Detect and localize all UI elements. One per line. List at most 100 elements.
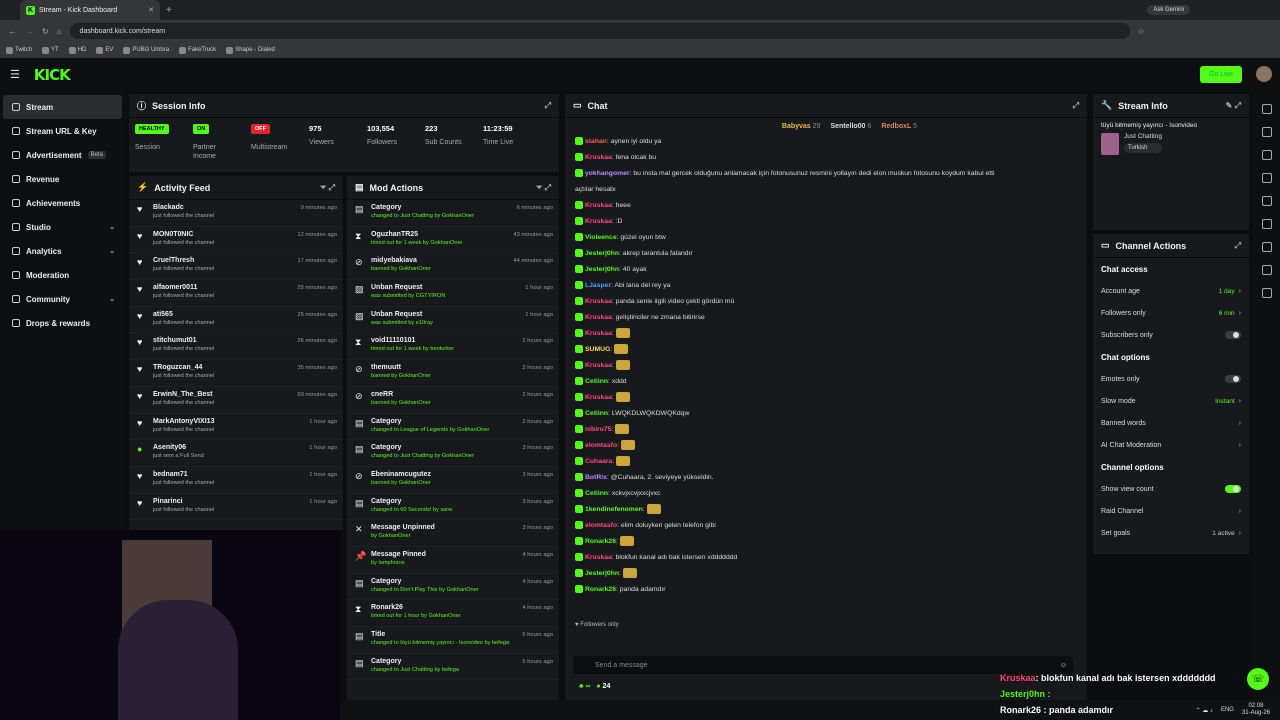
chat-message[interactable]: Cetiinn: xddd: [565, 374, 1087, 390]
activity-user[interactable]: Blackadc: [153, 204, 214, 211]
chat-username[interactable]: LJasper: [585, 282, 611, 289]
activity-user[interactable]: Asenity06: [153, 444, 204, 451]
chat-username[interactable]: Jesterj0hn: [585, 570, 619, 577]
activity-user[interactable]: MarkAntonyVIXI13: [153, 418, 214, 425]
action-row[interactable]: Show view count: [1093, 478, 1249, 500]
chat-username[interactable]: Ronark26: [585, 538, 616, 545]
chat-message[interactable]: nibiru75:: [565, 422, 1087, 438]
chat-message[interactable]: Cetiinn: LWQKDLWQKDWQKdqw: [565, 406, 1087, 422]
expand-icon[interactable]: ⤢: [1073, 101, 1079, 111]
kick-logo[interactable]: KICK: [34, 66, 71, 84]
chat-username[interactable]: Violeence: [585, 234, 617, 241]
chat-message[interactable]: Cetiinn: xckvjxcvjxxcjvxc: [565, 486, 1087, 502]
bookmark-item[interactable]: Twitch: [6, 46, 32, 54]
menu-icon[interactable]: ☰: [10, 68, 20, 81]
chat-message[interactable]: Kruskaa: :D: [565, 214, 1087, 230]
close-tab-icon[interactable]: ✕: [148, 6, 154, 14]
chat-username[interactable]: Cuhaara: [585, 458, 612, 465]
chat-username[interactable]: Cetiinn: [585, 378, 608, 385]
activity-row[interactable]: ♥ CruelThresh just followed the channel 17 …: [129, 253, 343, 281]
activity-user[interactable]: MON0T0NIC: [153, 231, 214, 238]
home-icon[interactable]: ⌂: [57, 27, 62, 36]
chat-username[interactable]: Kruskaa: [585, 394, 612, 401]
avatar[interactable]: [1256, 66, 1272, 82]
activity-row[interactable]: ♥ stitchumut01 just followed the channel 26…: [129, 333, 343, 361]
activity-row[interactable]: ♥ Pinarinci just followed the channel 1 hou…: [129, 494, 343, 521]
chat-username[interactable]: SUMUG: [585, 346, 610, 353]
chat-message[interactable]: stahan: aynen iyi oldu ya: [565, 134, 1087, 150]
action-row[interactable]: Account age 1 day ›: [1093, 280, 1249, 302]
chat-username[interactable]: stahan: [585, 138, 607, 145]
mod-action-row[interactable]: ⧗ void11110101 timed out for 1 week by ben…: [347, 333, 559, 361]
list-icon[interactable]: [1261, 173, 1272, 183]
chat-message[interactable]: açtılar hesabı: [565, 182, 1087, 198]
chat-message[interactable]: Kruskaa:: [565, 326, 1087, 342]
chat-username[interactable]: Ronark26: [585, 586, 616, 593]
activity-row[interactable]: ♥ Blackadc just followed the channel 9 minu…: [129, 200, 343, 227]
sidebar-item-stream[interactable]: Stream: [3, 95, 122, 119]
bookmark-item[interactable]: YT: [42, 46, 59, 54]
chat-username[interactable]: Kruskaa: [585, 218, 612, 225]
chat-username[interactable]: 1kendinefenomen: [585, 506, 643, 513]
action-row[interactable]: AI Chat Moderation ›: [1093, 434, 1249, 456]
activity-row[interactable]: ♥ alfaomer0011 just followed the channel 25…: [129, 280, 343, 307]
action-row[interactable]: Slow mode Instant ›: [1093, 390, 1249, 412]
activity-user[interactable]: TRoguzcan_44: [153, 364, 214, 371]
chat-username[interactable]: elomtasfo: [585, 442, 617, 449]
activity-user[interactable]: ErwinN_The_Best: [153, 391, 214, 398]
settings-icon[interactable]: [1261, 288, 1272, 298]
activity-row[interactable]: ♥ MarkAntonyVIXI13 just followed the chann…: [129, 414, 343, 441]
chat-username[interactable]: Kruskaa: [585, 314, 612, 321]
chat-message[interactable]: Jesterj0hn: akrep tarantula falandır: [565, 246, 1087, 262]
activity-row[interactable]: ♥ ati565 just followed the channel 25 minut…: [129, 307, 343, 334]
activity-user[interactable]: alfaomer0011: [153, 284, 214, 291]
address-bar[interactable]: dashboard.kick.com/stream: [69, 23, 1130, 39]
mod-action-row[interactable]: ⊘ cneRR banned by GokhanOner 2 hours ago: [347, 387, 559, 414]
mod-action-row[interactable]: 📌 Message Pinned by lamphoros 4 hours ago: [347, 547, 559, 574]
sidebar-item-stream-url[interactable]: Stream URL & Key: [0, 119, 125, 143]
mod-action-row[interactable]: ▤ Category changed to Just Chatting by Gok…: [347, 200, 559, 227]
layout-icon[interactable]: [1261, 127, 1272, 137]
chat-username[interactable]: Cetiinn: [585, 490, 608, 497]
chat-message[interactable]: Kruskaa: heee: [565, 198, 1087, 214]
mod-action-row[interactable]: ▤ Category changed to Don't Play This by G…: [347, 574, 559, 601]
chat-username[interactable]: Kruskaa: [585, 298, 612, 305]
mod-action-row[interactable]: ⊘ Ebeninamcugutez banned by GokhanOner 3 ho…: [347, 467, 559, 494]
chat-message[interactable]: 1kendinefenomen:: [565, 502, 1087, 518]
chat-username[interactable]: elomtasfo: [585, 522, 617, 529]
chat-message[interactable]: Kruskaa:: [565, 358, 1087, 374]
target-icon[interactable]: [1261, 219, 1272, 229]
mod-action-row[interactable]: ▤ Category changed to 60 Seconds! by sarw 3…: [347, 494, 559, 521]
mod-action-row[interactable]: ▨ Unban Request was submitted by e10ray 1 h…: [347, 307, 559, 334]
toggle-switch[interactable]: [1225, 331, 1241, 339]
sidebar-item-community[interactable]: Community ⌄: [0, 287, 125, 311]
mod-action-row[interactable]: ▨ Unban Request was submitted by CGTYIRON 1…: [347, 280, 559, 307]
activity-user[interactable]: ati565: [153, 311, 214, 318]
go-live-button[interactable]: Go Live: [1200, 66, 1242, 83]
chat-message[interactable]: Kruskaa: panda senle ilgili video çekti …: [565, 294, 1087, 310]
toggle-switch[interactable]: [1225, 375, 1241, 383]
chat-message[interactable]: elomtasfo: elim doluyken gelen telefon g…: [565, 518, 1087, 534]
mod-action-row[interactable]: ▤ Title changed to tüyü bitmemiş yayıncı -…: [347, 627, 559, 654]
mod-action-row[interactable]: ✕ Message Unpinned by GokhanOner 3 hours ag…: [347, 520, 559, 547]
sidebar-item-analytics[interactable]: Analytics ⌄: [0, 239, 125, 263]
expand-icon[interactable]: ⤢: [545, 101, 551, 111]
activity-user[interactable]: CruelThresh: [153, 257, 214, 264]
mod-action-row[interactable]: ⊘ midyebakiava banned by GokhanOner 44 minu…: [347, 253, 559, 281]
support-chat-icon[interactable]: ☏: [1247, 668, 1269, 690]
sidebar-item-achievements[interactable]: Achievements: [0, 191, 125, 215]
edit-icon[interactable]: ✎ ⤢: [1226, 101, 1241, 111]
clock[interactable]: 02:08 31-Aug-26: [1242, 703, 1270, 717]
sidebar-item-moderation[interactable]: Moderation: [0, 263, 125, 287]
chat-username[interactable]: Cetiinn: [585, 410, 608, 417]
filter-icon[interactable]: ⏷ ⤢: [320, 183, 335, 193]
chat-message[interactable]: SUMUG:: [565, 342, 1087, 358]
info-icon[interactable]: [1261, 104, 1272, 114]
chat-input[interactable]: Send a message ☺: [573, 656, 1073, 674]
chat-message[interactable]: Ronark26: panda adamdır: [565, 582, 1087, 598]
sidebar-item-studio[interactable]: Studio ⌄: [0, 215, 125, 239]
mod-action-row[interactable]: ⧗ Ronark26 timed out for 1 hour by GokhanO…: [347, 600, 559, 627]
back-icon[interactable]: ←: [8, 26, 17, 36]
action-row[interactable]: Emotes only: [1093, 368, 1249, 390]
forward-icon[interactable]: →: [25, 26, 34, 36]
